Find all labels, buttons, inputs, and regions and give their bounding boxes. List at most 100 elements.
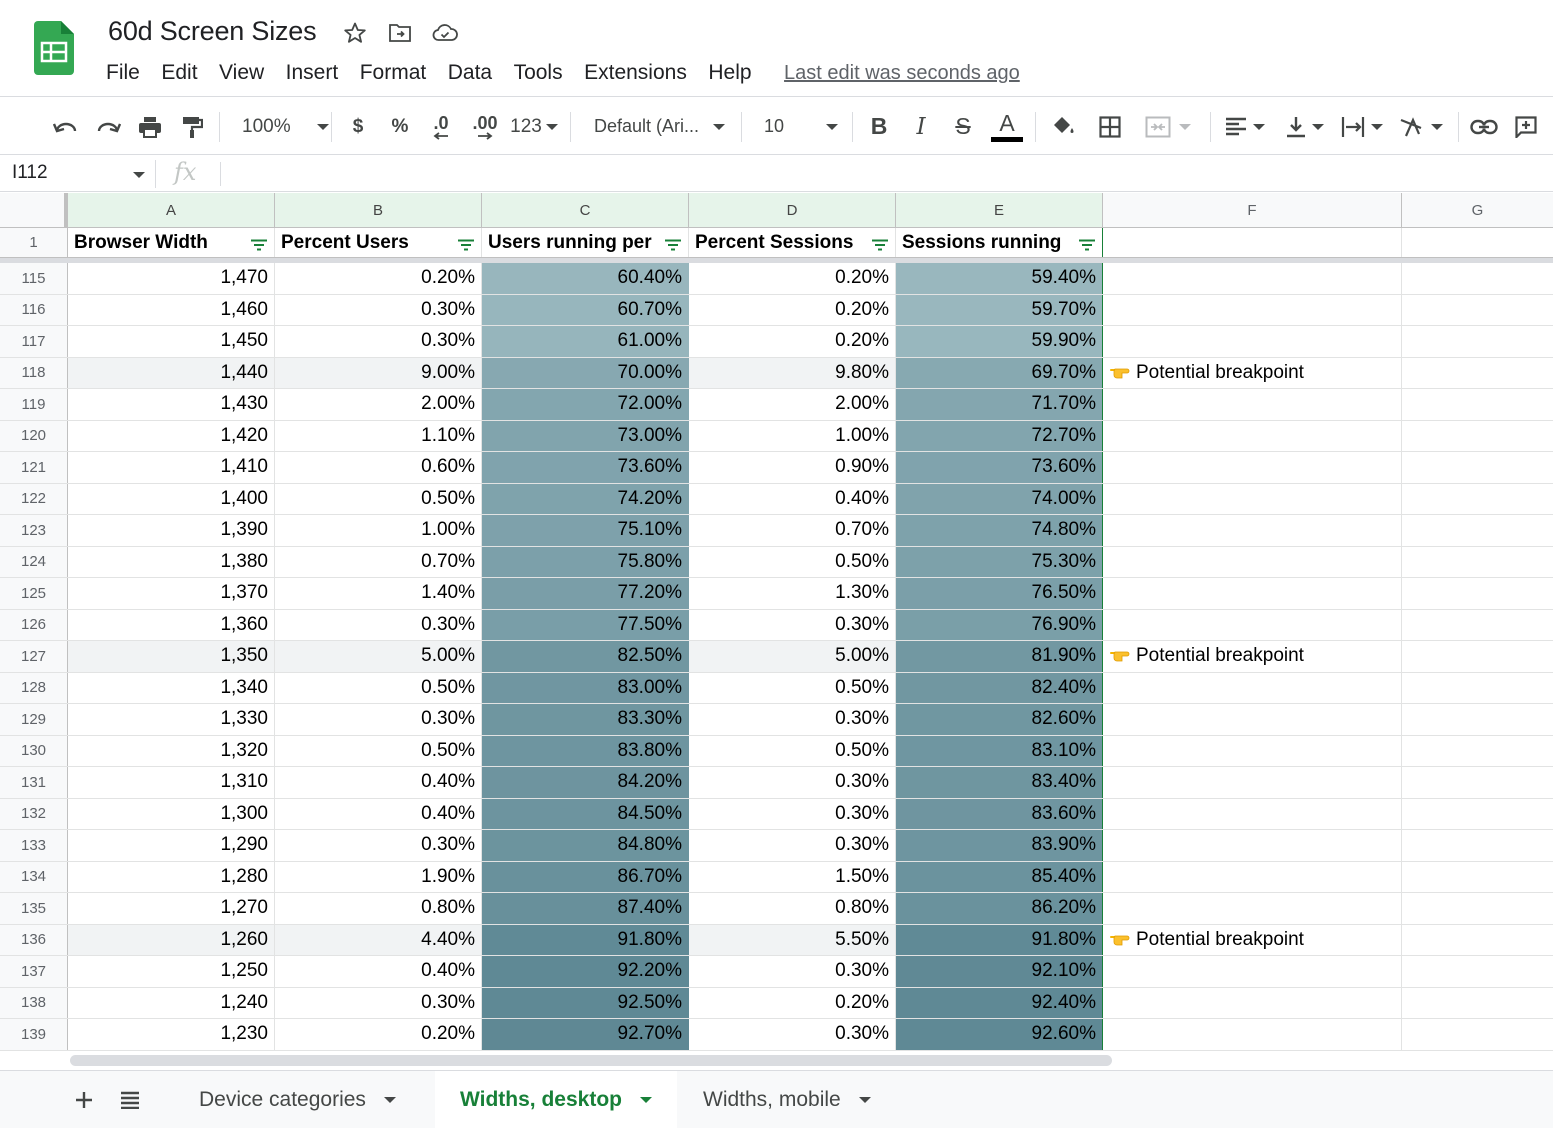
cell-a[interactable]: 1,350 bbox=[68, 641, 275, 672]
row-header[interactable]: 127 bbox=[0, 641, 68, 672]
menu-extensions[interactable]: Extensions bbox=[584, 61, 687, 85]
cell-e[interactable]: 72.70% bbox=[896, 420, 1103, 451]
cell-d[interactable]: 0.30% bbox=[689, 704, 896, 735]
note-cell[interactable] bbox=[1103, 767, 1402, 798]
strikethrough-button[interactable]: S bbox=[948, 98, 978, 155]
cell-d[interactable]: 0.20% bbox=[689, 987, 896, 1018]
all-sheets-icon[interactable] bbox=[114, 1071, 146, 1128]
more-formats-select[interactable]: 123 bbox=[508, 98, 560, 155]
row-header[interactable]: 118 bbox=[0, 357, 68, 388]
cell-e[interactable]: 91.80% bbox=[896, 924, 1103, 955]
cell-e[interactable]: 71.70% bbox=[896, 389, 1103, 420]
cell-a[interactable]: 1,290 bbox=[68, 830, 275, 861]
cloud-saved-icon[interactable] bbox=[432, 20, 458, 46]
cell-b[interactable]: 2.00% bbox=[275, 389, 482, 420]
row-header[interactable]: 120 bbox=[0, 420, 68, 451]
cell-d[interactable]: 0.50% bbox=[689, 546, 896, 577]
cell-c[interactable]: 92.20% bbox=[482, 956, 689, 987]
cell-c[interactable]: 61.00% bbox=[482, 326, 689, 357]
note-cell[interactable]: Potential breakpoint bbox=[1103, 357, 1402, 388]
row-header[interactable]: 122 bbox=[0, 483, 68, 514]
select-all-corner[interactable] bbox=[0, 193, 68, 227]
cell[interactable] bbox=[1402, 799, 1553, 830]
header-cell-users-running[interactable]: Users running per bbox=[482, 228, 689, 257]
name-box[interactable]: I112 bbox=[12, 162, 48, 184]
cell-e[interactable]: 74.80% bbox=[896, 515, 1103, 546]
cell-b[interactable]: 0.30% bbox=[275, 830, 482, 861]
cell-b[interactable]: 0.30% bbox=[275, 609, 482, 640]
cell-d[interactable]: 0.30% bbox=[689, 1019, 896, 1050]
cell[interactable] bbox=[1402, 326, 1553, 357]
menu-file[interactable]: File bbox=[106, 61, 140, 85]
note-cell[interactable] bbox=[1103, 452, 1402, 483]
cell-d[interactable]: 0.30% bbox=[689, 830, 896, 861]
cell-c[interactable]: 74.20% bbox=[482, 483, 689, 514]
cell[interactable] bbox=[1402, 736, 1553, 767]
cell-c[interactable]: 73.00% bbox=[482, 420, 689, 451]
cell-c[interactable]: 60.40% bbox=[482, 263, 689, 294]
cell-e[interactable]: 59.90% bbox=[896, 326, 1103, 357]
cell-d[interactable]: 1.30% bbox=[689, 578, 896, 609]
cell[interactable] bbox=[1402, 421, 1553, 452]
row-header[interactable]: 123 bbox=[0, 515, 68, 546]
cell-b[interactable]: 9.00% bbox=[275, 357, 482, 388]
vertical-align-icon[interactable] bbox=[1280, 98, 1330, 155]
cell-a[interactable]: 1,430 bbox=[68, 389, 275, 420]
cell-d[interactable]: 0.20% bbox=[689, 294, 896, 325]
note-cell[interactable] bbox=[1103, 798, 1402, 829]
cell-a[interactable]: 1,260 bbox=[68, 924, 275, 955]
row-header[interactable]: 115 bbox=[0, 263, 68, 294]
header-cell-browser-width[interactable]: Browser Width bbox=[68, 228, 275, 257]
cell-d[interactable]: 2.00% bbox=[689, 389, 896, 420]
fill-color-icon[interactable] bbox=[1048, 98, 1080, 155]
row-header[interactable]: 129 bbox=[0, 704, 68, 735]
row-header[interactable]: 132 bbox=[0, 798, 68, 829]
undo-icon[interactable] bbox=[50, 98, 82, 155]
cell-c[interactable]: 87.40% bbox=[482, 893, 689, 924]
print-icon[interactable] bbox=[134, 98, 166, 155]
cell-e[interactable]: 74.00% bbox=[896, 483, 1103, 514]
cell-b[interactable]: 0.50% bbox=[275, 672, 482, 703]
cell[interactable] bbox=[1402, 547, 1553, 578]
row-header[interactable]: 136 bbox=[0, 924, 68, 955]
chevron-down-icon[interactable] bbox=[383, 1097, 396, 1103]
note-cell[interactable] bbox=[1103, 609, 1402, 640]
cell-c[interactable]: 77.50% bbox=[482, 609, 689, 640]
cell-d[interactable]: 0.20% bbox=[689, 263, 896, 294]
cell-a[interactable]: 1,380 bbox=[68, 546, 275, 577]
cell[interactable] bbox=[1402, 1019, 1553, 1050]
cell[interactable] bbox=[1402, 228, 1553, 257]
bold-button[interactable]: B bbox=[864, 98, 894, 155]
note-cell[interactable] bbox=[1103, 1019, 1402, 1050]
cell[interactable] bbox=[1402, 641, 1553, 672]
note-cell[interactable] bbox=[1103, 546, 1402, 577]
cell[interactable] bbox=[1402, 862, 1553, 893]
horizontal-scrollbar[interactable] bbox=[70, 1055, 1112, 1066]
cell-d[interactable]: 0.30% bbox=[689, 767, 896, 798]
cell-d[interactable]: 0.30% bbox=[689, 798, 896, 829]
note-cell[interactable] bbox=[1103, 578, 1402, 609]
paint-format-icon[interactable] bbox=[176, 98, 208, 155]
text-rotation-icon[interactable] bbox=[1395, 98, 1447, 155]
sheet-tab-widths-mobile[interactable]: Widths, mobile bbox=[678, 1071, 908, 1128]
cell-b[interactable]: 0.30% bbox=[275, 704, 482, 735]
insert-comment-icon[interactable] bbox=[1510, 98, 1542, 155]
cell-b[interactable]: 0.80% bbox=[275, 893, 482, 924]
currency-format-button[interactable]: $ bbox=[343, 98, 373, 155]
sheet-tab-widths-desktop[interactable]: Widths, desktop bbox=[435, 1071, 677, 1128]
cell-e[interactable]: 73.60% bbox=[896, 452, 1103, 483]
cell-b[interactable]: 0.60% bbox=[275, 452, 482, 483]
cell-b[interactable]: 0.20% bbox=[275, 263, 482, 294]
merge-cells-icon[interactable] bbox=[1138, 98, 1198, 155]
cell-e[interactable]: 92.40% bbox=[896, 987, 1103, 1018]
star-icon[interactable] bbox=[342, 20, 368, 46]
cell-d[interactable]: 5.50% bbox=[689, 924, 896, 955]
cell-a[interactable]: 1,240 bbox=[68, 987, 275, 1018]
cell-e[interactable]: 82.40% bbox=[896, 672, 1103, 703]
cell-e[interactable]: 85.40% bbox=[896, 861, 1103, 892]
cell-a[interactable]: 1,390 bbox=[68, 515, 275, 546]
cell-b[interactable]: 0.40% bbox=[275, 798, 482, 829]
filter-icon[interactable] bbox=[1078, 239, 1096, 251]
font-family-select[interactable]: Default (Ari... bbox=[586, 98, 731, 155]
cell-a[interactable]: 1,470 bbox=[68, 263, 275, 294]
